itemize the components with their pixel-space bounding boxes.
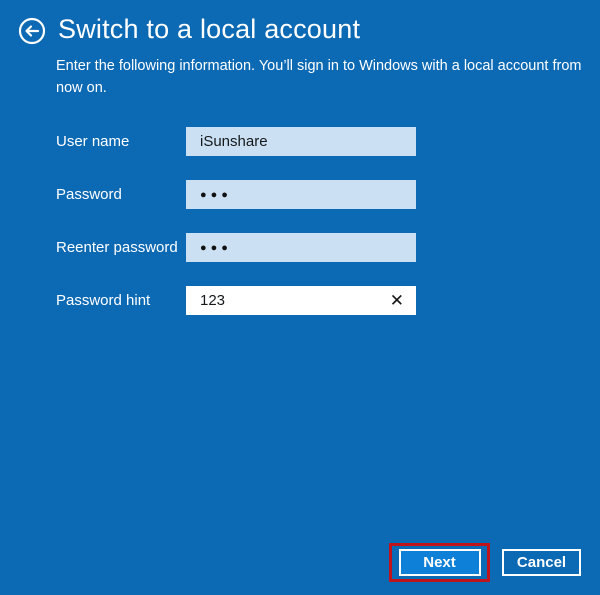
page-title: Switch to a local account [58, 14, 361, 44]
username-label: User name [56, 133, 130, 150]
page-description: Enter the following information. You’ll … [56, 55, 582, 99]
page-description-line2: now on. [56, 80, 107, 96]
password-hint-value: 123 [200, 292, 226, 309]
red-highlight-annotation: Next [389, 543, 490, 582]
back-arrow-circle-icon [18, 17, 46, 45]
reenter-password-input[interactable]: ●●● [186, 233, 416, 262]
password-hint-input[interactable]: 123 ✕ [186, 286, 416, 315]
cancel-button[interactable]: Cancel [502, 549, 581, 576]
clear-text-icon[interactable]: ✕ [388, 290, 406, 311]
switch-local-account-screen: Switch to a local account Enter the foll… [0, 0, 600, 595]
password-value: ●●● [200, 188, 232, 201]
reenter-password-label: Reenter password [56, 239, 178, 256]
reenter-password-value: ●●● [200, 241, 232, 254]
page-description-line1: Enter the following information. You’ll … [56, 58, 582, 74]
password-hint-label: Password hint [56, 292, 151, 309]
password-label: Password [56, 186, 122, 203]
next-button[interactable]: Next [398, 549, 481, 576]
password-input[interactable]: ●●● [186, 180, 416, 209]
back-button[interactable] [18, 17, 46, 45]
username-value: iSunshare [200, 133, 268, 150]
username-input[interactable]: iSunshare [186, 127, 416, 156]
